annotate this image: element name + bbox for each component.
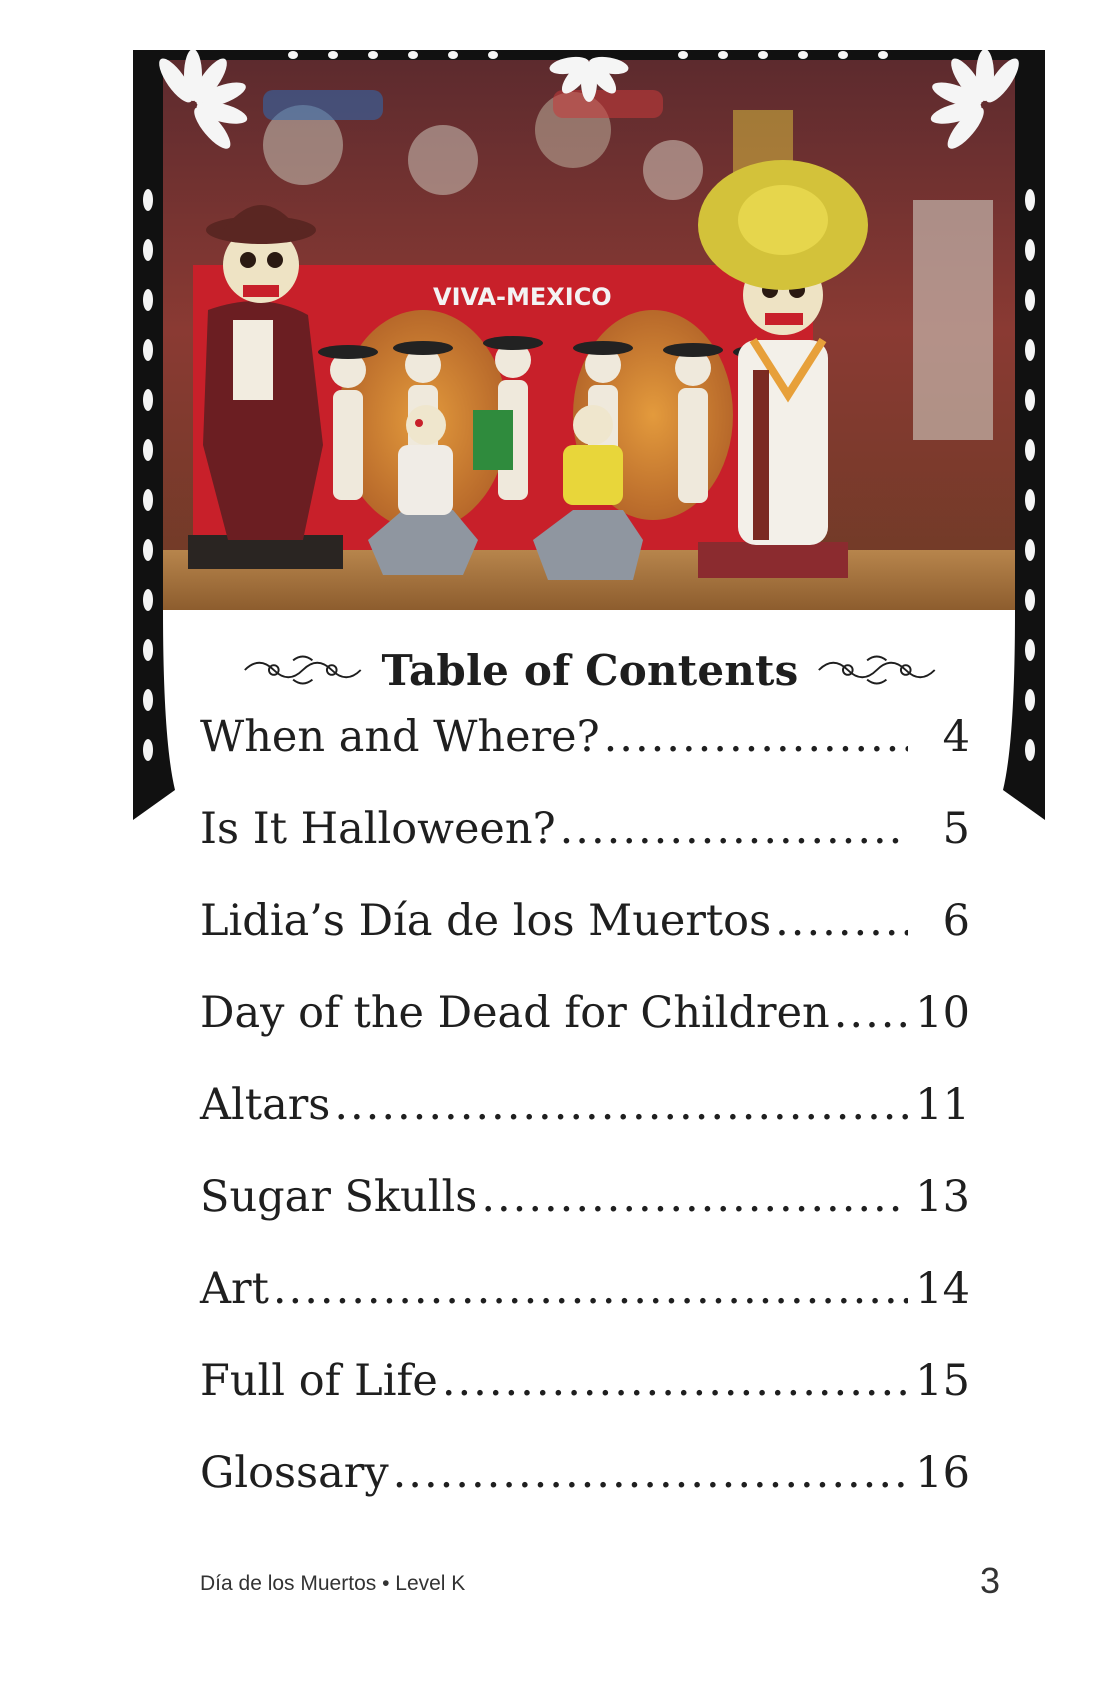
toc-entry-page: 13 <box>915 1172 970 1222</box>
toc-entry-altars[interactable]: Altars 11 <box>200 1080 970 1172</box>
toc-entry-title: Altars <box>200 1080 331 1130</box>
page-title: Table of Contents <box>381 645 799 695</box>
toc-entry-sugar-skulls[interactable]: Sugar Skulls 13 <box>200 1172 970 1264</box>
toc-entry-page: 16 <box>915 1448 970 1498</box>
dot-leader <box>273 1264 908 1314</box>
dot-leader <box>334 1080 908 1130</box>
toc-entry-when-and-where[interactable]: When and Where? 4 <box>200 712 970 804</box>
toc-entry-title: Is It Halloween? <box>200 804 556 854</box>
toc-entry-title: Glossary <box>200 1448 389 1498</box>
book-info-footer: Día de los Muertos • Level K <box>200 1572 466 1595</box>
toc-list: When and Where? 4 Is It Halloween? 5 Lid… <box>200 712 970 1540</box>
dot-leader <box>393 1448 908 1498</box>
dot-leader <box>481 1172 908 1222</box>
toc-entry-page: 11 <box>915 1080 970 1130</box>
toc-entry-full-of-life[interactable]: Full of Life 15 <box>200 1356 970 1448</box>
toc-heading: Table of Contents <box>240 640 940 700</box>
page-number: 3 <box>979 1560 1000 1601</box>
toc-entry-title: Sugar Skulls <box>200 1172 478 1222</box>
toc-entry-title: When and Where? <box>200 712 600 762</box>
toc-entry-art[interactable]: Art 14 <box>200 1264 970 1356</box>
dot-leader <box>560 804 908 854</box>
toc-entry-lidias-dia-de-los-muertos[interactable]: Lidia’s Día de los Muertos 6 <box>200 896 970 988</box>
dot-leader <box>775 896 908 946</box>
toc-entry-title: Art <box>200 1264 269 1314</box>
scroll-flourish-icon <box>818 655 936 685</box>
toc-entry-page: 14 <box>915 1264 970 1314</box>
day-of-the-dead-figurines-photo: VIVA-MEXICO <box>133 50 1045 820</box>
toc-entry-page: 10 <box>915 988 970 1038</box>
toc-entry-is-it-halloween[interactable]: Is It Halloween? 5 <box>200 804 970 896</box>
scroll-flourish-icon <box>244 655 362 685</box>
viva-mexico-sign: VIVA-MEXICO <box>433 283 612 311</box>
dot-leader <box>442 1356 908 1406</box>
toc-entry-page: 5 <box>942 804 970 854</box>
toc-entry-page: 6 <box>942 896 970 946</box>
photo-frame: VIVA-MEXICO <box>133 50 1045 820</box>
dot-leader <box>834 988 908 1038</box>
dot-leader <box>604 712 908 762</box>
toc-entry-page: 4 <box>942 712 970 762</box>
toc-entry-glossary[interactable]: Glossary 16 <box>200 1448 970 1540</box>
toc-entry-title: Lidia’s Día de los Muertos <box>200 896 772 946</box>
toc-entry-day-of-the-dead-for-children[interactable]: Day of the Dead for Children 10 <box>200 988 970 1080</box>
toc-entry-page: 15 <box>915 1356 970 1406</box>
toc-entry-title: Full of Life <box>200 1356 438 1406</box>
toc-entry-title: Day of the Dead for Children <box>200 988 830 1038</box>
